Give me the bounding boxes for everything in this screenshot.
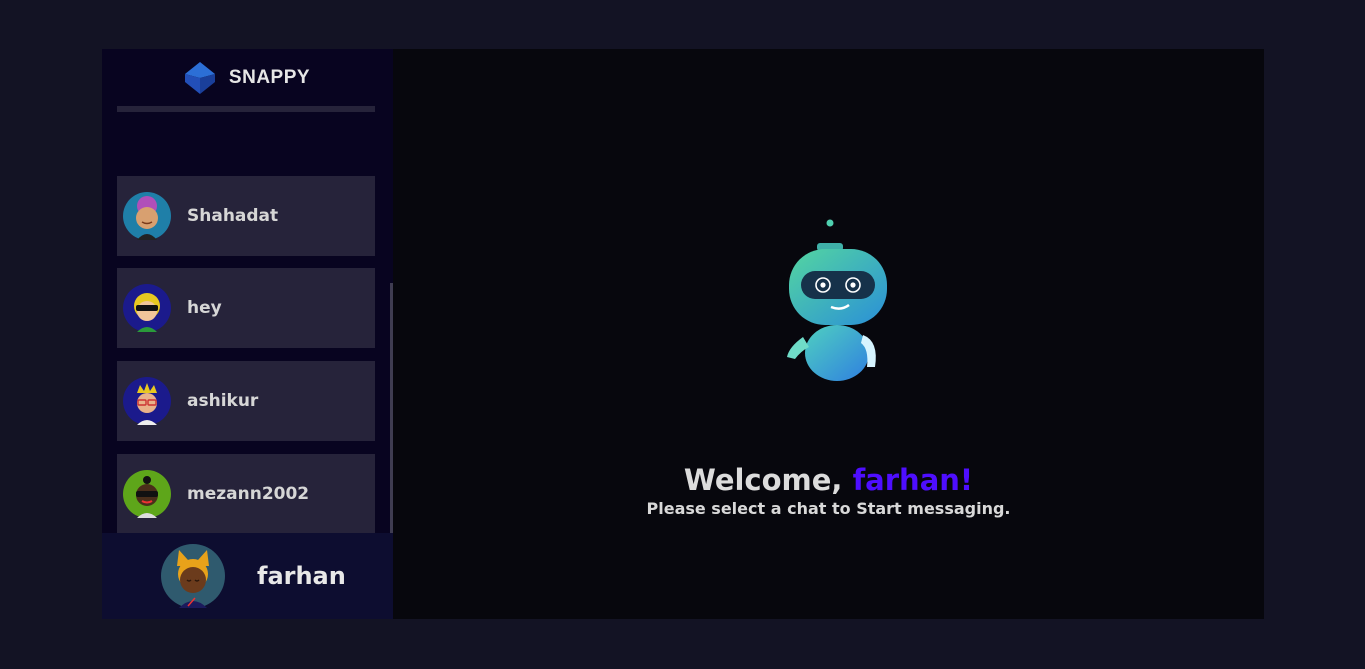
avatar: [161, 544, 225, 608]
contact-username: mezann2002: [187, 484, 310, 504]
contact-item-ashikur[interactable]: ashikur: [117, 361, 375, 441]
snappy-logo-icon: [184, 61, 215, 94]
avatar: [123, 377, 171, 425]
chat-app: masud Shahadat: [102, 49, 1264, 619]
robot-icon: [787, 219, 887, 381]
avatar: [123, 284, 171, 332]
brand-header: SNAPPY: [102, 49, 393, 106]
welcome-greeting: Welcome,: [683, 463, 843, 497]
welcome-title: Welcome, farhan!: [393, 463, 1264, 497]
current-user-panel: farhan: [102, 533, 393, 619]
contact-item-mezann2002[interactable]: mezann2002: [117, 454, 375, 533]
contacts-sidebar: masud Shahadat: [102, 49, 393, 619]
contact-username: Shahadat: [187, 206, 279, 226]
contact-item-shahadat[interactable]: Shahadat: [117, 176, 375, 256]
brand-name: SNAPPY: [228, 66, 311, 88]
welcome-panel: Welcome, farhan! Please select a chat to…: [393, 49, 1264, 619]
current-username: farhan: [257, 562, 346, 590]
welcome-username: farhan!: [852, 463, 974, 497]
contact-item-hey[interactable]: hey: [117, 268, 375, 348]
avatar: [123, 192, 171, 240]
contact-list[interactable]: masud Shahadat: [117, 49, 375, 533]
welcome-subtitle: Please select a chat to Start messaging.: [646, 499, 1011, 518]
avatar: [123, 470, 171, 518]
contact-username: ashikur: [187, 391, 259, 411]
contact-username: hey: [187, 298, 222, 318]
